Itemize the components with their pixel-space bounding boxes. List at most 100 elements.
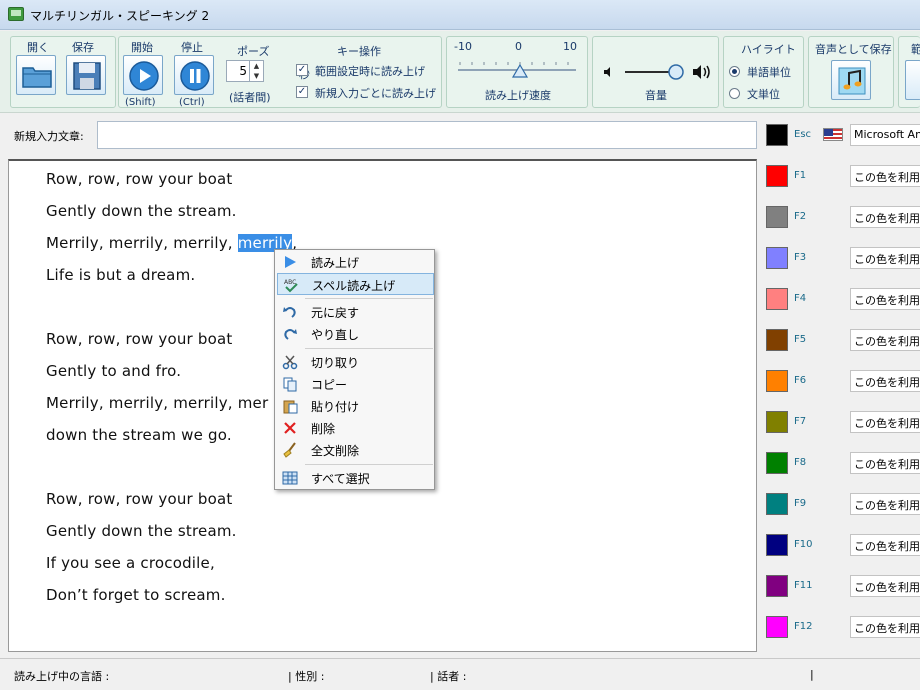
folder-icon bbox=[22, 67, 52, 88]
color-swatch[interactable] bbox=[766, 534, 788, 556]
copy-icon bbox=[283, 377, 297, 392]
stop-label: 停止 bbox=[181, 41, 203, 54]
color-swatch[interactable] bbox=[766, 247, 788, 269]
menu-item-cut[interactable]: 切り取り bbox=[277, 351, 434, 373]
title-bar: マルチリンガル・スピーキング 2 bbox=[0, 0, 920, 30]
menu-item-label: すべて選択 bbox=[311, 472, 370, 486]
color-swatch[interactable] bbox=[766, 411, 788, 433]
color-swatch[interactable] bbox=[766, 165, 788, 187]
pause-value: 5 bbox=[239, 64, 247, 78]
speed-group: -10 0 10 読み上げ速度 bbox=[446, 36, 588, 108]
open-label: 開く bbox=[27, 41, 49, 54]
stepper-down-icon[interactable]: ▼ bbox=[249, 71, 263, 81]
menu-separator bbox=[305, 348, 433, 349]
music-note-icon bbox=[838, 67, 866, 95]
speaker-high-icon bbox=[693, 65, 710, 79]
app-icon bbox=[8, 7, 24, 21]
function-key-label: F10 bbox=[794, 539, 813, 550]
use-color-select[interactable]: この色を利用 bbox=[850, 165, 920, 187]
use-color-select[interactable]: この色を利用 bbox=[850, 247, 920, 269]
open-button[interactable] bbox=[16, 55, 56, 95]
speed-slider[interactable] bbox=[456, 57, 580, 83]
editor-line: Life is but a dream. bbox=[46, 266, 196, 284]
use-color-select[interactable]: この色を利用 bbox=[850, 288, 920, 310]
keyops-range-checkbox[interactable]: ✓ bbox=[296, 64, 308, 76]
menu-item-label: 元に戻す bbox=[311, 306, 360, 320]
color-swatch[interactable] bbox=[766, 206, 788, 228]
pause-stepper[interactable]: 5 ▲ ▼ bbox=[226, 60, 264, 82]
volume-slider[interactable] bbox=[621, 62, 693, 82]
clipboard-icon bbox=[283, 400, 298, 414]
use-color-select[interactable]: この色を利用 bbox=[850, 329, 920, 351]
use-color-select[interactable]: この色を利用 bbox=[850, 452, 920, 474]
save-audio-button[interactable] bbox=[831, 60, 871, 100]
editor-line: Merrily, merrily, merrily, mer bbox=[46, 394, 269, 412]
menu-item-spell-read[interactable]: ABC スペル読み上げ bbox=[277, 273, 434, 295]
stop-hint: (Ctrl) bbox=[179, 97, 205, 108]
use-color-select[interactable]: この色を利用 bbox=[850, 206, 920, 228]
keyops-new-checkbox[interactable]: ✓ bbox=[296, 86, 308, 98]
highlight-sentence-radio[interactable] bbox=[729, 88, 740, 99]
editor-line: Row, row, row your boat bbox=[46, 330, 233, 348]
delete-x-icon bbox=[284, 422, 296, 434]
scissors-icon bbox=[282, 355, 298, 370]
save-button[interactable] bbox=[66, 55, 106, 95]
extra-group-label: 範 bbox=[911, 43, 920, 56]
function-key-label: F5 bbox=[794, 334, 807, 345]
extra-button[interactable] bbox=[905, 60, 920, 100]
keyops-new-label: 新規入力ごとに読み上げ bbox=[315, 87, 436, 100]
menu-item-redo[interactable]: やり直し bbox=[277, 323, 434, 345]
start-button[interactable] bbox=[123, 55, 163, 95]
new-text-input[interactable] bbox=[97, 121, 757, 149]
color-swatch[interactable] bbox=[766, 616, 788, 638]
color-swatch-esc[interactable] bbox=[766, 124, 788, 146]
floppy-icon bbox=[73, 62, 101, 90]
color-swatch[interactable] bbox=[766, 370, 788, 392]
keyops-label: キー操作 bbox=[337, 45, 381, 58]
menu-separator bbox=[305, 464, 433, 465]
color-swatch[interactable] bbox=[766, 288, 788, 310]
esc-voice-select[interactable]: Microsoft Anna bbox=[850, 124, 920, 146]
speed-min: -10 bbox=[454, 40, 472, 53]
color-panel: Esc Microsoft Anna F1 この色を利用 F2 この色を利用 F3 この色… bbox=[760, 117, 920, 657]
menu-item-label: 削除 bbox=[311, 422, 336, 436]
editor-line: down the stream we go. bbox=[46, 426, 232, 444]
use-color-select[interactable]: この色を利用 bbox=[850, 493, 920, 515]
editor-line: Gently down the stream. bbox=[46, 522, 237, 540]
status-language: 読み上げ中の言語 : bbox=[14, 670, 110, 683]
color-swatch[interactable] bbox=[766, 452, 788, 474]
menu-separator bbox=[305, 298, 433, 299]
volume-group: 音量 bbox=[592, 36, 719, 108]
file-group: 開く 保存 bbox=[10, 36, 116, 108]
use-color-select[interactable]: この色を利用 bbox=[850, 411, 920, 433]
redo-icon bbox=[284, 329, 297, 340]
menu-item-delete[interactable]: 削除 bbox=[277, 417, 434, 439]
save-label: 保存 bbox=[72, 41, 94, 54]
playback-group: 開始 停止 (Shift) (Ctrl) ポーズ 秒 (話者間) キー操作 ✓ … bbox=[118, 36, 442, 108]
speed-label: 読み上げ速度 bbox=[485, 89, 551, 102]
stepper-up-icon[interactable]: ▲ bbox=[249, 61, 263, 71]
use-color-select[interactable]: この色を利用 bbox=[850, 534, 920, 556]
stop-button[interactable] bbox=[174, 55, 214, 95]
color-swatch[interactable] bbox=[766, 493, 788, 515]
use-color-select[interactable]: この色を利用 bbox=[850, 370, 920, 392]
use-color-select[interactable]: この色を利用 bbox=[850, 616, 920, 638]
color-swatch[interactable] bbox=[766, 575, 788, 597]
menu-item-delete-all[interactable]: 全文削除 bbox=[277, 439, 434, 461]
highlight-group: ハイライト 単語単位 文単位 bbox=[723, 36, 804, 108]
menu-item-paste[interactable]: 貼り付け bbox=[277, 395, 434, 417]
pause-icon bbox=[180, 61, 210, 91]
status-separator: | bbox=[810, 668, 814, 681]
editor-line: Row, row, row your boat bbox=[46, 170, 233, 188]
menu-item-read[interactable]: 読み上げ bbox=[277, 251, 434, 273]
menu-item-select-all[interactable]: すべて選択 bbox=[277, 467, 434, 489]
use-color-select[interactable]: この色を利用 bbox=[850, 575, 920, 597]
menu-item-undo[interactable]: 元に戻す bbox=[277, 301, 434, 323]
menu-item-copy[interactable]: コピー bbox=[277, 373, 434, 395]
start-hint: (Shift) bbox=[125, 97, 156, 108]
highlight-word-radio[interactable] bbox=[729, 66, 740, 77]
play-icon bbox=[129, 61, 159, 91]
esc-key-label: Esc bbox=[794, 129, 812, 140]
menu-item-label: 読み上げ bbox=[311, 256, 360, 270]
color-swatch[interactable] bbox=[766, 329, 788, 351]
